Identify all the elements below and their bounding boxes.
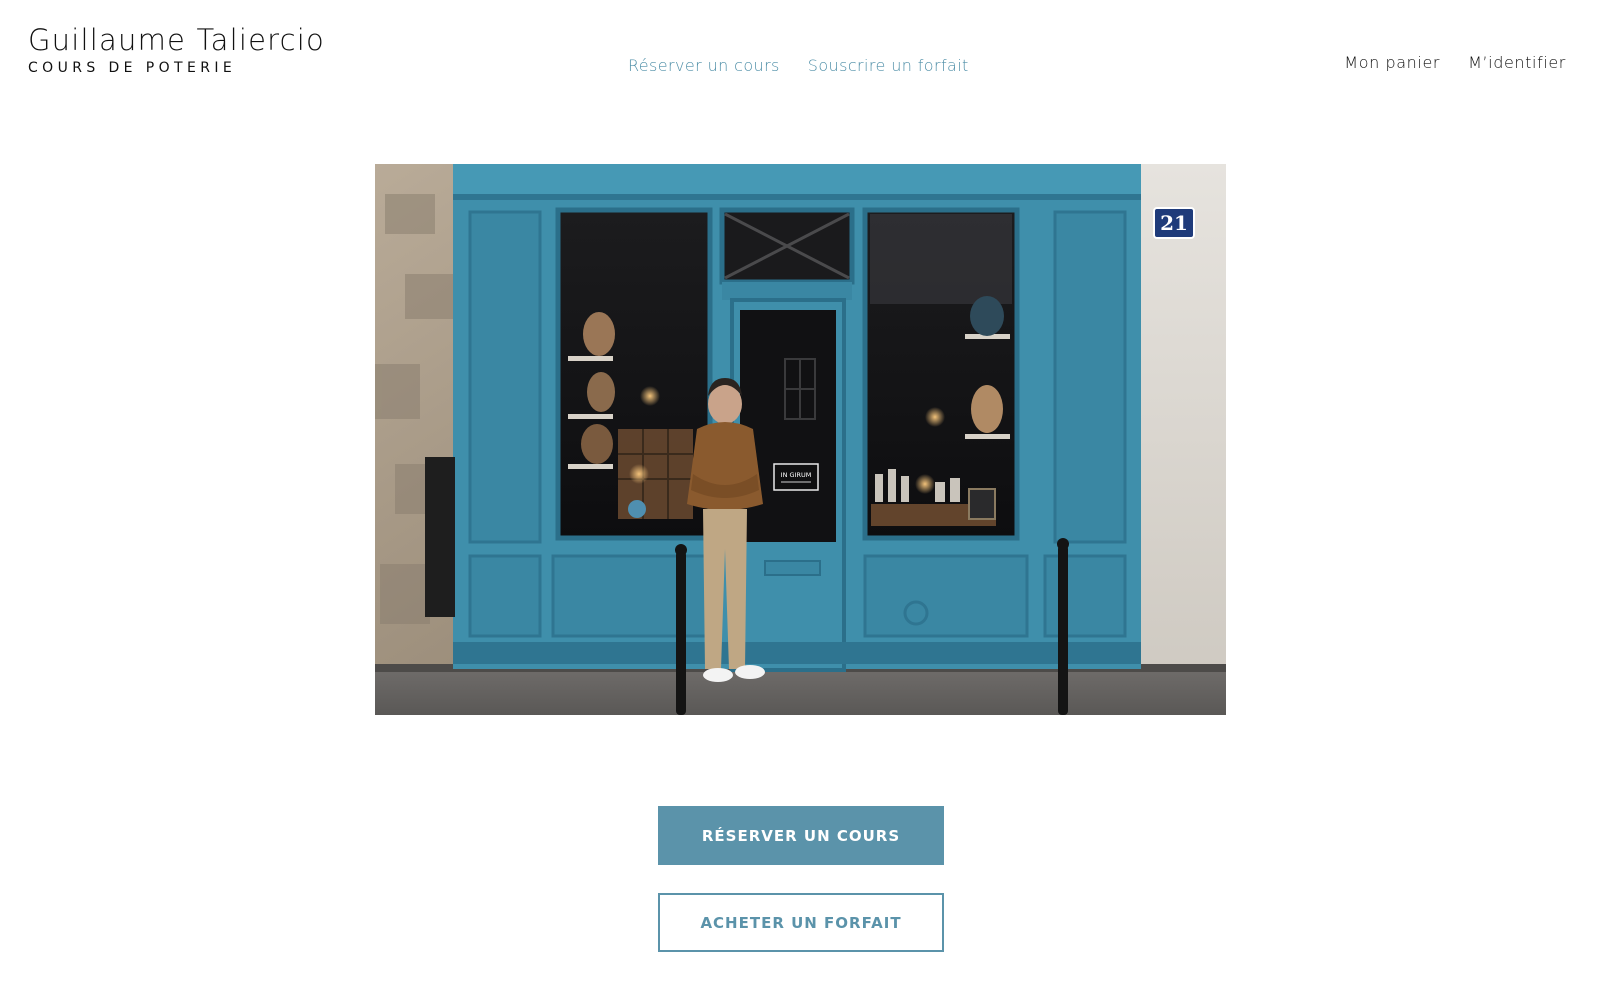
nav-link-souscrire-forfait[interactable]: Souscrire un forfait [808,56,969,75]
hero-image: IN GIRUM 21 [375,164,1226,715]
brand-logo[interactable]: Guillaume Taliercio COURS DE POTERIE [28,22,325,77]
cta-group: RÉSERVER UN COURS ACHETER UN FORFAIT [658,806,944,952]
reserve-course-button[interactable]: RÉSERVER UN COURS [658,806,944,865]
main-nav: Réserver un cours Souscrire un forfait [628,56,969,75]
buy-package-button[interactable]: ACHETER UN FORFAIT [658,893,944,952]
site-header: Guillaume Taliercio COURS DE POTERIE Rés… [0,0,1600,110]
brand-subtitle: COURS DE POTERIE [28,60,237,76]
cart-link[interactable]: Mon panier [1344,53,1440,72]
account-nav: Mon panier M’identifier [1344,53,1566,72]
house-number: 21 [1160,211,1188,235]
brand-title: Guillaume Taliercio [28,23,325,57]
door-sign-text: IN GIRUM [781,471,812,479]
nav-link-reserver-cours[interactable]: Réserver un cours [628,56,780,75]
login-link[interactable]: M’identifier [1468,53,1566,72]
shopfront-photo: IN GIRUM 21 [375,164,1226,715]
